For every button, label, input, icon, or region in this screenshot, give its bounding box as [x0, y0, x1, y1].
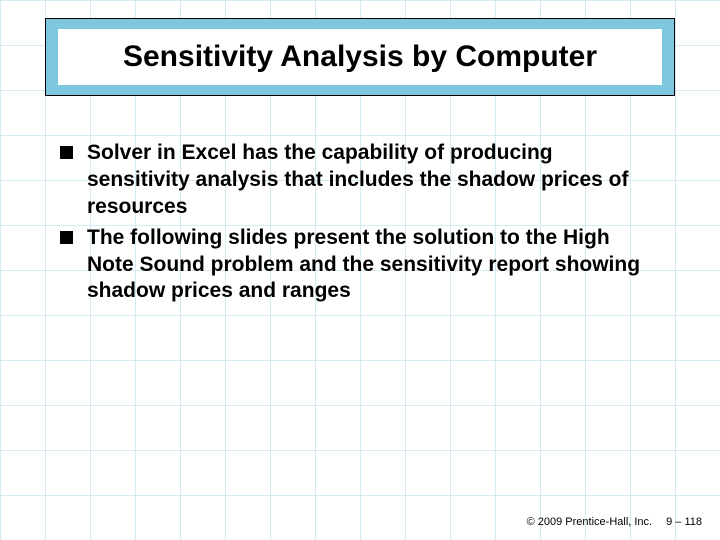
bullet-text: Solver in Excel has the capability of pr… [87, 140, 660, 221]
slide-title: Sensitivity Analysis by Computer [123, 40, 597, 74]
list-item: Solver in Excel has the capability of pr… [60, 140, 660, 221]
title-inner: Sensitivity Analysis by Computer [58, 29, 662, 85]
title-bar: Sensitivity Analysis by Computer [45, 18, 675, 96]
square-bullet-icon [60, 146, 73, 159]
body-text-area: Solver in Excel has the capability of pr… [60, 140, 660, 309]
footer: © 2009 Prentice-Hall, Inc. 9 – 118 [527, 516, 702, 528]
page-number: 9 – 118 [666, 516, 702, 528]
copyright-text: © 2009 Prentice-Hall, Inc. [527, 516, 653, 528]
bullet-text: The following slides present the solutio… [87, 225, 660, 306]
square-bullet-icon [60, 231, 73, 244]
list-item: The following slides present the solutio… [60, 225, 660, 306]
